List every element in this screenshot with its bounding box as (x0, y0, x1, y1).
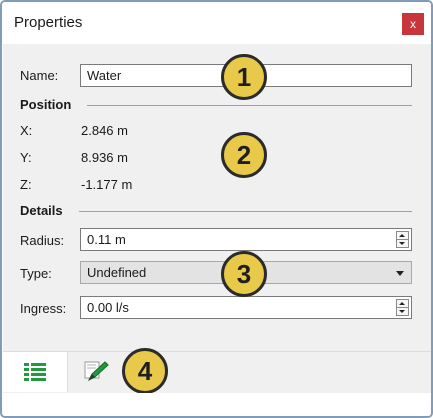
callout-marker-2: 2 (221, 132, 267, 178)
callout-marker-3: 3 (221, 251, 267, 297)
ingress-stepper[interactable]: 0.00 l/s (80, 296, 412, 319)
list-icon (24, 363, 46, 381)
close-button[interactable]: x (402, 13, 424, 35)
spin-up-icon[interactable] (397, 232, 408, 240)
radius-stepper[interactable]: 0.11 m (80, 228, 412, 251)
position-heading: Position (20, 97, 72, 112)
pencil-edit-icon (84, 361, 109, 382)
position-divider (87, 105, 412, 106)
ingress-value: 0.00 l/s (87, 300, 129, 315)
ingress-label: Ingress: (20, 301, 67, 316)
name-label: Name: (20, 68, 59, 83)
title-bar: Properties x (2, 2, 431, 44)
spin-up-icon[interactable] (397, 300, 408, 308)
x-value: 2.846 m (81, 123, 128, 138)
radius-spinner[interactable] (396, 231, 409, 248)
properties-panel: Properties x Name: Water Position X: 2.8… (0, 0, 433, 418)
radius-label: Radius: (20, 233, 65, 248)
panel-tab-bar (3, 351, 431, 393)
type-label: Type: (20, 266, 52, 281)
callout-marker-1: 1 (221, 54, 267, 100)
y-label: Y: (20, 150, 32, 165)
panel-footer (3, 393, 431, 416)
spin-down-icon[interactable] (397, 308, 408, 315)
close-icon: x (410, 17, 416, 31)
ingress-spinner[interactable] (396, 299, 409, 316)
radius-value: 0.11 m (87, 232, 126, 247)
properties-content: Name: Water Position X: 2.846 m Y: 8.936… (3, 44, 431, 351)
spin-down-icon[interactable] (397, 240, 408, 247)
tab-properties-list[interactable] (3, 352, 68, 392)
z-label: Z: (20, 177, 32, 192)
z-value: -1.177 m (81, 177, 133, 192)
callout-marker-4: 4 (122, 348, 168, 394)
x-label: X: (20, 123, 33, 138)
window-title: Properties (14, 14, 83, 31)
y-value: 8.936 m (81, 150, 128, 165)
chevron-down-icon (396, 271, 404, 276)
details-heading: Details (20, 203, 63, 218)
details-divider (79, 211, 412, 212)
type-selected-value: Undefined (87, 265, 147, 280)
